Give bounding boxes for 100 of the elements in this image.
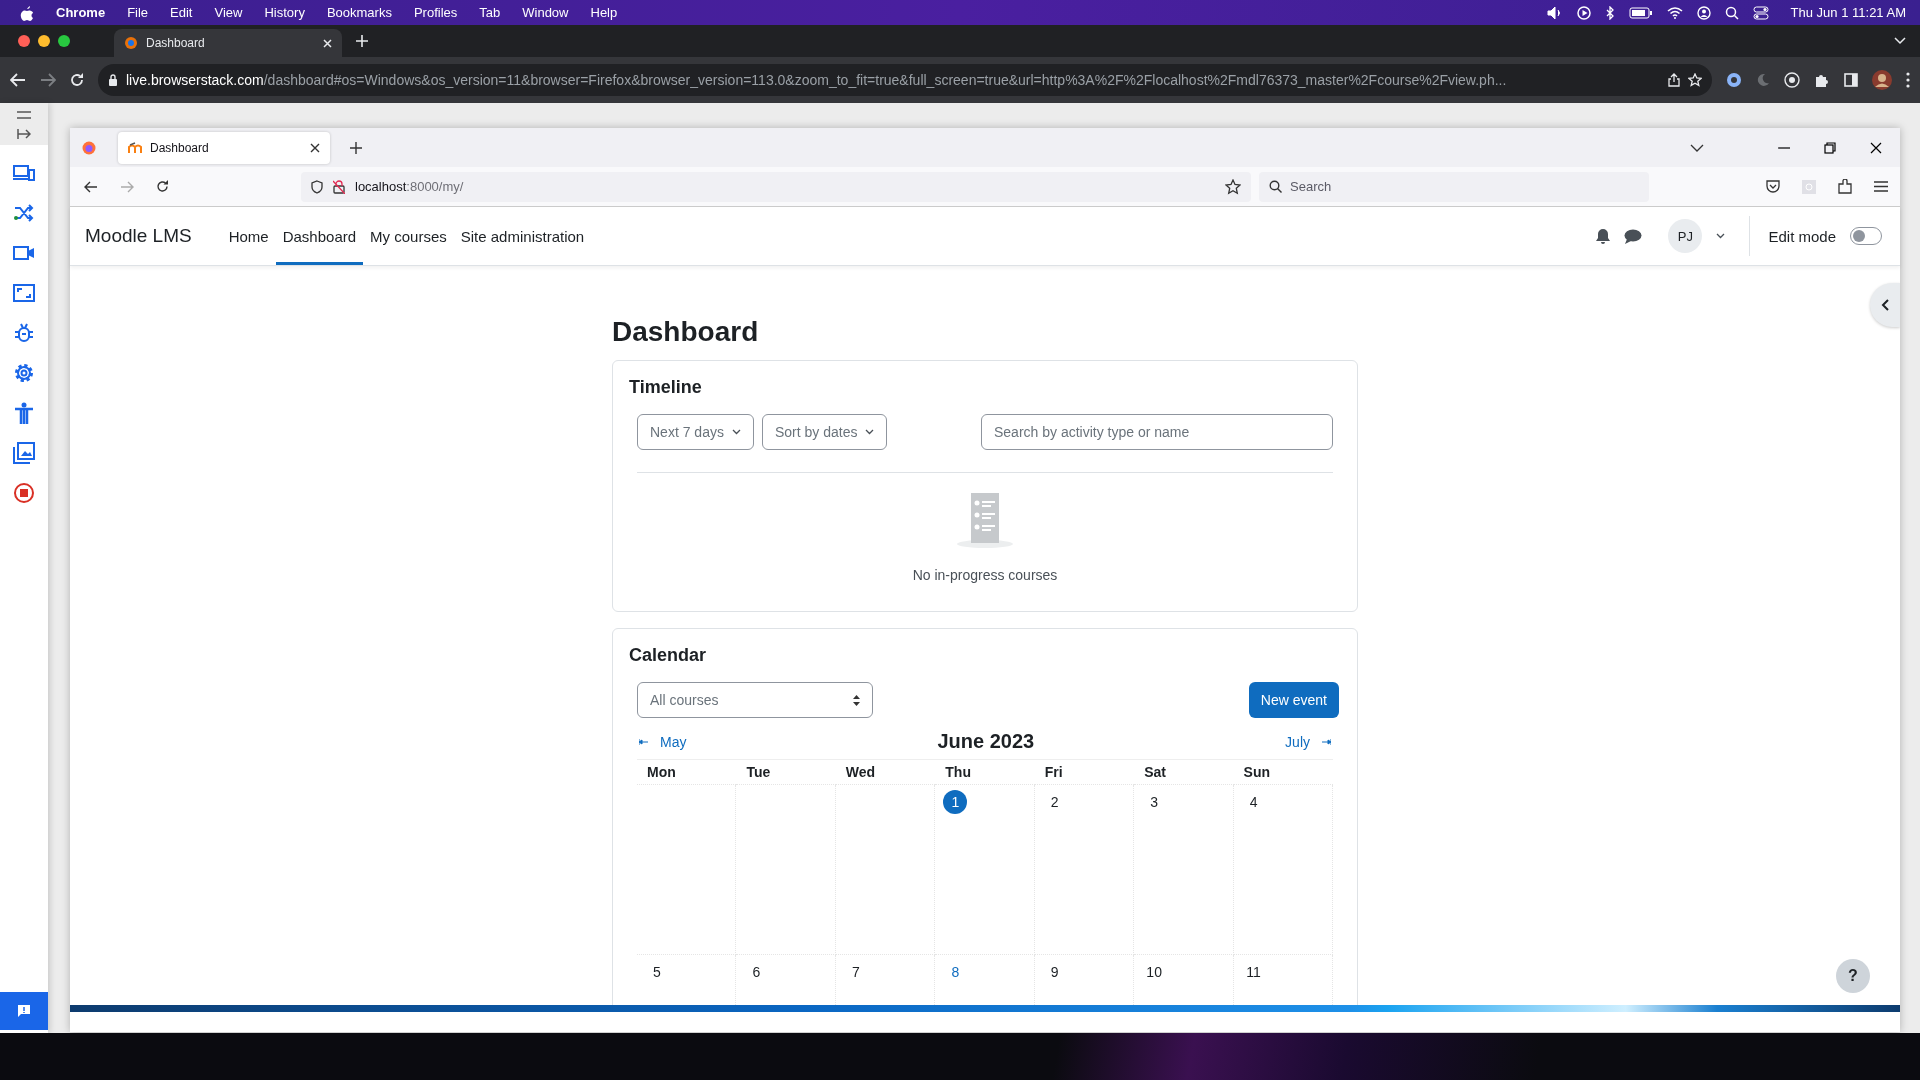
image-gallery-icon[interactable] bbox=[13, 442, 35, 464]
nav-link[interactable]: Site administration bbox=[453, 210, 592, 265]
play-icon[interactable] bbox=[1576, 5, 1591, 20]
volume-icon[interactable] bbox=[1546, 5, 1563, 20]
search-icon[interactable] bbox=[1724, 5, 1739, 20]
caret-icon[interactable] bbox=[1716, 233, 1726, 239]
menu-item[interactable]: Edit bbox=[170, 5, 193, 20]
more-icon[interactable] bbox=[1906, 72, 1910, 88]
menu-item[interactable]: File bbox=[127, 5, 149, 20]
help-button[interactable]: ? bbox=[1836, 959, 1870, 993]
menu-item[interactable]: History bbox=[264, 5, 305, 20]
next-month-link[interactable]: July bbox=[1285, 733, 1331, 750]
bell-icon[interactable] bbox=[1596, 228, 1611, 244]
moodle-logo-icon bbox=[128, 141, 142, 154]
feedback-button[interactable] bbox=[0, 992, 48, 1030]
control-center-icon[interactable] bbox=[1752, 5, 1769, 20]
day-number[interactable]: 3 bbox=[1142, 790, 1167, 814]
new-tab-icon[interactable] bbox=[350, 141, 362, 154]
shuffle-icon[interactable] bbox=[13, 202, 35, 224]
day-number[interactable]: 8 bbox=[943, 960, 968, 984]
search-field[interactable]: Search by activity type or name bbox=[981, 414, 1333, 450]
edit-mode-toggle[interactable] bbox=[1850, 227, 1882, 245]
address-bar[interactable]: live.browserstack.com/dashboard#os=Windows&os_version=11&browser=Firefox&browser_version=113.0&zoom_to_fit=true&full_screen=true&url=http%3A%2F%2Flocalhost%2Fmdl76373_master%2Fcourse%2Fview.ph... bbox=[98, 64, 1712, 96]
profile-avatar-icon[interactable] bbox=[1872, 70, 1892, 90]
shield-icon bbox=[311, 179, 323, 194]
chevron-down-icon[interactable] bbox=[1894, 37, 1906, 45]
day-number[interactable]: 9 bbox=[1042, 960, 1067, 984]
battery-icon[interactable] bbox=[1628, 6, 1653, 19]
address-bar[interactable]: localhost:8000/my/ bbox=[301, 171, 1251, 202]
menu-icon[interactable] bbox=[1874, 181, 1888, 192]
resize-icon[interactable] bbox=[13, 282, 35, 304]
bookmark-star-icon[interactable] bbox=[1225, 178, 1241, 195]
extension-circle-icon[interactable] bbox=[1726, 72, 1742, 88]
weekday-header: Sun bbox=[1233, 760, 1333, 785]
puzzle-icon[interactable] bbox=[1814, 72, 1830, 88]
close-window-icon[interactable] bbox=[18, 35, 30, 47]
stop-record-icon[interactable] bbox=[13, 482, 35, 504]
minimize-window-icon[interactable] bbox=[38, 35, 50, 47]
caret-icon bbox=[731, 429, 741, 435]
day-number[interactable]: 11 bbox=[1241, 960, 1266, 984]
menu-item[interactable]: Tab bbox=[479, 5, 501, 20]
menu-item[interactable]: Bookmarks bbox=[326, 5, 392, 20]
browser-tab[interactable]: Dashboard bbox=[114, 29, 342, 57]
day-number[interactable]: 10 bbox=[1142, 960, 1167, 984]
lock-icon bbox=[108, 74, 118, 86]
user-avatar[interactable]: PJ bbox=[1668, 219, 1703, 253]
menu-item[interactable]: Help bbox=[590, 5, 618, 20]
site-brand[interactable]: Moodle LMS bbox=[85, 225, 192, 247]
filter-dropdown[interactable]: Next 7 days bbox=[637, 414, 754, 450]
filter-dropdown[interactable]: Sort by dates bbox=[761, 414, 888, 450]
accessibility-icon[interactable] bbox=[13, 402, 35, 424]
devices-icon[interactable] bbox=[13, 162, 35, 184]
tab-list-icon[interactable] bbox=[1690, 143, 1704, 152]
wifi-icon[interactable] bbox=[1666, 6, 1683, 19]
user-icon[interactable] bbox=[1696, 5, 1711, 20]
chat-bubble-icon[interactable] bbox=[1624, 228, 1643, 244]
day-number[interactable]: 4 bbox=[1241, 790, 1266, 814]
nav-link[interactable]: Home bbox=[221, 210, 276, 265]
minimize-icon[interactable] bbox=[1778, 146, 1790, 149]
pocket-icon[interactable] bbox=[1766, 180, 1780, 193]
reload-icon[interactable] bbox=[156, 180, 169, 193]
drawer-toggle[interactable] bbox=[1870, 283, 1900, 327]
apple-icon[interactable] bbox=[20, 4, 34, 21]
nav-link[interactable]: Dashboard bbox=[275, 210, 364, 265]
day-number[interactable]: 2 bbox=[1042, 790, 1067, 814]
browser-tab[interactable]: Dashboard bbox=[118, 131, 330, 164]
previous-month-link[interactable]: May bbox=[639, 733, 687, 750]
day-number[interactable]: 6 bbox=[744, 960, 769, 984]
settings-icon[interactable] bbox=[13, 362, 35, 384]
course-select[interactable]: All courses bbox=[637, 682, 873, 718]
side-panel-icon[interactable] bbox=[1844, 73, 1858, 87]
close-icon[interactable] bbox=[1870, 141, 1882, 154]
zoom-window-icon[interactable] bbox=[58, 35, 70, 47]
star-icon[interactable] bbox=[1688, 73, 1702, 87]
caret-icon bbox=[865, 429, 875, 435]
bluetooth-icon[interactable] bbox=[1604, 5, 1615, 20]
target-icon[interactable] bbox=[1784, 72, 1800, 88]
back-icon[interactable] bbox=[84, 180, 98, 193]
page-title: Dashboard bbox=[612, 316, 760, 348]
nav-link[interactable]: My courses bbox=[363, 210, 454, 265]
search-field[interactable]: Search bbox=[1259, 171, 1649, 202]
menu-item[interactable]: Profiles bbox=[413, 5, 458, 20]
empty-list-icon bbox=[957, 493, 1013, 549]
restore-icon[interactable] bbox=[1824, 141, 1836, 154]
weekday-header: Tue bbox=[736, 760, 836, 785]
forward-icon[interactable] bbox=[40, 73, 56, 87]
day-number[interactable]: 7 bbox=[843, 960, 868, 984]
close-icon[interactable] bbox=[310, 142, 320, 153]
chevron-left-icon bbox=[1881, 299, 1889, 311]
menu-item[interactable]: Window bbox=[522, 5, 569, 20]
arrow-left-icon bbox=[639, 738, 648, 745]
share-icon[interactable] bbox=[1668, 73, 1680, 87]
expand-icon[interactable] bbox=[17, 129, 31, 139]
new-event-button[interactable]: New event bbox=[1248, 682, 1339, 718]
bug-icon[interactable] bbox=[13, 322, 35, 344]
today-date-marker[interactable]: 1 bbox=[943, 790, 968, 814]
puzzle-icon[interactable] bbox=[1838, 179, 1852, 194]
app-menu[interactable]: Chrome bbox=[56, 5, 106, 20]
day-number[interactable]: 5 bbox=[645, 960, 669, 984]
menu-item[interactable]: View bbox=[214, 5, 243, 20]
